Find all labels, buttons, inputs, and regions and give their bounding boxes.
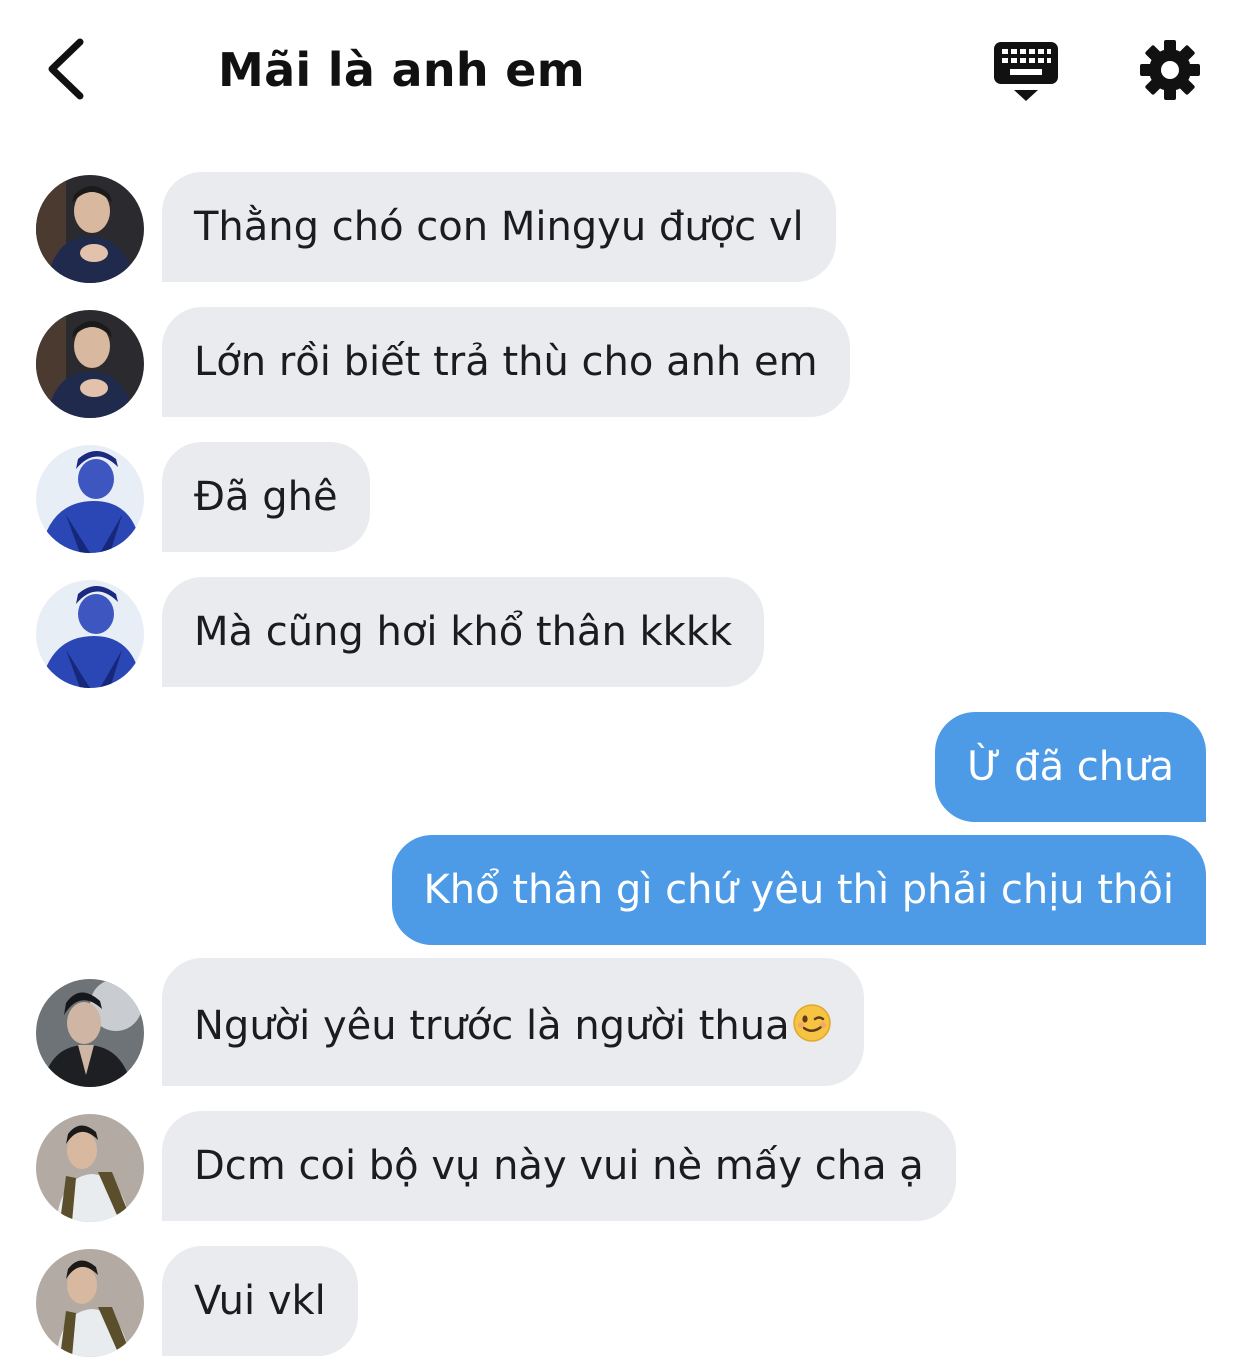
winking-face-icon [792,1003,832,1043]
settings-button[interactable] [1138,38,1202,102]
message-bubble[interactable]: Vui vkl [162,1246,358,1356]
message-bubble-outgoing[interactable]: Ừ đã chưa [935,712,1206,822]
avatar[interactable] [36,445,144,553]
message-bubble[interactable]: Thằng chó con Mingyu được vl [162,172,836,282]
gear-icon [1140,40,1200,100]
avatar[interactable] [36,580,144,688]
message-bubble[interactable]: Đã ghê [162,442,370,552]
avatar-photo [36,1114,144,1222]
avatar[interactable] [36,1249,144,1357]
message-bubble-outgoing[interactable]: Khổ thân gì chứ yêu thì phải chịu thôi [391,835,1206,945]
avatar-photo [36,445,144,553]
chat-title: Mãi là anh em [218,43,586,97]
message-text: Người yêu trước là người thua [194,1003,790,1049]
avatar-photo [36,979,144,1087]
avatar[interactable] [36,175,144,283]
avatar-photo [36,580,144,688]
chevron-left-icon [48,38,84,100]
back-button[interactable] [40,36,100,102]
avatar-photo [36,1249,144,1357]
message-bubble[interactable]: Người yêu trước là người thua [162,958,864,1086]
keyboard-button[interactable] [992,40,1060,104]
chat-header: Mãi là anh em [0,0,1242,140]
message-bubble[interactable]: Lớn rồi biết trả thù cho anh em [162,307,850,417]
avatar[interactable] [36,310,144,418]
message-bubble[interactable]: Dcm coi bộ vụ này vui nè mấy cha ạ [162,1111,956,1221]
avatar-photo [36,175,144,283]
avatar[interactable] [36,1114,144,1222]
message-bubble[interactable]: Mà cũng hơi khổ thân kkkk [162,577,765,687]
keyboard-icon [994,42,1058,101]
avatar-photo [36,310,144,418]
avatar[interactable] [36,979,144,1087]
